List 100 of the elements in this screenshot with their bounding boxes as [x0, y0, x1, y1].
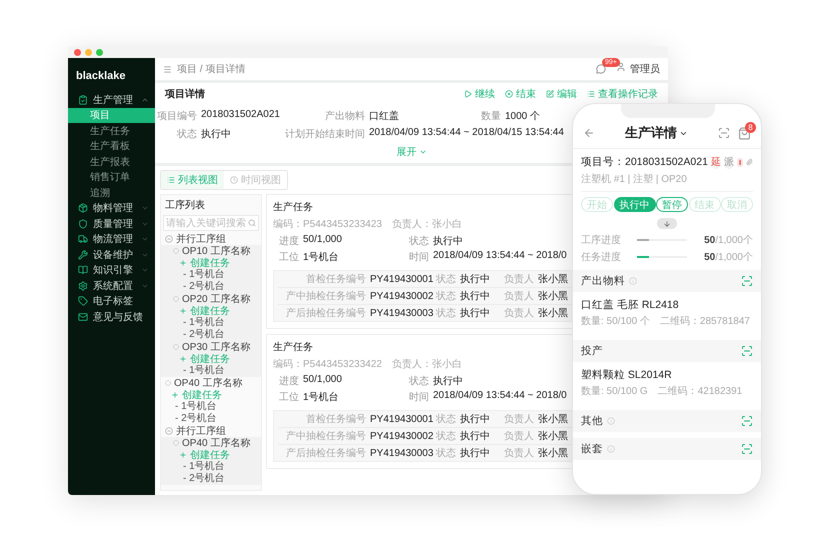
- sidebar-item[interactable]: 知识引擎: [68, 262, 155, 278]
- expand-button[interactable]: [657, 218, 677, 229]
- field-label: 负责人: [504, 412, 534, 426]
- play-icon: [464, 90, 472, 98]
- field-value: PY419430003: [370, 308, 432, 318]
- box-icon: [78, 203, 88, 214]
- field-label: 进度: [279, 374, 300, 388]
- sidebar-item[interactable]: 物料管理: [68, 200, 155, 216]
- field-value: 执行中: [201, 128, 231, 141]
- field-label: 状态: [436, 446, 456, 460]
- field-value: 执行中: [460, 430, 490, 443]
- scan-icon[interactable]: [741, 415, 753, 427]
- sidebar-subitem[interactable]: 追溯: [68, 185, 155, 200]
- plus-icon: [171, 391, 179, 399]
- sidebar-item[interactable]: 意见与反馈: [68, 309, 155, 324]
- collapse-icon: [165, 235, 173, 243]
- field-value: PY419430002: [370, 430, 432, 442]
- field-label: 进度: [279, 234, 300, 248]
- sidebar-subitem[interactable]: 销售订单: [68, 170, 155, 185]
- back-icon[interactable]: [583, 127, 595, 139]
- sidebar-subitem[interactable]: 生产报表: [68, 154, 155, 170]
- close-circle-icon: [505, 90, 513, 98]
- field-label: 状态: [409, 374, 430, 388]
- tag-icon: [78, 296, 88, 306]
- sidebar-item[interactable]: 电子标签: [68, 294, 155, 309]
- field-value: 执行中: [460, 290, 490, 303]
- sidebar-item[interactable]: 设备维护: [68, 247, 155, 262]
- menu-icon[interactable]: [163, 64, 172, 74]
- field-value: 执行中: [460, 272, 490, 286]
- maximize-control[interactable]: [96, 48, 103, 56]
- field-value: 张小黑: [538, 430, 568, 443]
- process-label[interactable]: OP10 工序名称: [169, 245, 261, 257]
- section-title: 其他: [581, 414, 603, 428]
- sidebar-subitem[interactable]: 生产看板: [68, 138, 155, 154]
- user-name[interactable]: 管理员: [630, 62, 660, 76]
- material-code: 二维码：285781847: [660, 314, 750, 328]
- sidebar-item[interactable]: 物流管理: [68, 232, 155, 247]
- field-label: 状态: [436, 306, 456, 320]
- machine-item: - 2号机台: [182, 473, 226, 485]
- circle-icon: [173, 296, 179, 302]
- subtitle: 注塑机 #1 | 注塑 | OP20: [581, 172, 687, 186]
- close-control[interactable]: [74, 48, 81, 56]
- scan-icon[interactable]: [741, 275, 753, 287]
- field-label: 产后抽检任务编号: [285, 306, 366, 320]
- field-value: 执行中: [433, 234, 463, 248]
- paperclip-icon[interactable]: [746, 157, 753, 167]
- process-label[interactable]: OP30 工序名称: [169, 341, 261, 353]
- field-value: 张小黑: [538, 272, 568, 286]
- process-label[interactable]: OP20 工序名称: [169, 293, 261, 305]
- field-label: 首检任务编号: [305, 272, 366, 286]
- field-label: 工位: [279, 391, 300, 404]
- circle-icon: [165, 380, 171, 386]
- field-value: 2018/04/09 13:54:44 ~ 2018/04/15 13:54:44: [369, 127, 564, 140]
- screen-title[interactable]: 生产详情: [603, 124, 710, 142]
- task-code: 编码：P5443453233423: [273, 218, 382, 231]
- process-label[interactable]: OP40 工序名称: [169, 437, 261, 449]
- field-value: PY419430001: [370, 414, 432, 424]
- plus-icon: [179, 451, 187, 459]
- list-icon: [587, 90, 595, 98]
- progress-label: 任务进度: [581, 250, 622, 264]
- sidebar-item[interactable]: 系统配置: [68, 278, 155, 294]
- message-icon[interactable]: [596, 64, 606, 74]
- card-title: 生产任务: [273, 200, 313, 214]
- field-label: 状态: [409, 234, 430, 248]
- clipboard-icon: [78, 94, 88, 105]
- info-icon[interactable]: [607, 417, 615, 425]
- clock-icon: [230, 176, 238, 184]
- field-label: 产出物料: [325, 110, 366, 123]
- group-label[interactable]: 并行工序组: [161, 233, 261, 245]
- wrench-icon: [78, 250, 88, 260]
- field-value: 执行中: [460, 446, 490, 460]
- field-value: 执行中: [460, 412, 490, 426]
- field-value: 口红盖: [369, 110, 399, 123]
- group-label[interactable]: 并行工序组: [161, 425, 261, 437]
- field-value: 执行中: [460, 306, 490, 320]
- sidebar-subitem[interactable]: 生产任务: [68, 123, 155, 138]
- search-icon: [248, 219, 256, 227]
- field-value: 2018031502A021: [201, 109, 280, 122]
- section-title: 产出物料: [581, 274, 625, 288]
- process-label[interactable]: OP40 工序名称: [161, 377, 261, 389]
- machine-item: - 2号机台: [182, 329, 226, 341]
- scan-icon[interactable]: [741, 345, 753, 357]
- sidebar-item[interactable]: 生产管理: [68, 92, 155, 108]
- sidebar-item[interactable]: 质量管理: [68, 216, 155, 232]
- field-label: 项目编号: [157, 110, 198, 123]
- minimize-control[interactable]: [85, 48, 92, 56]
- field-label: 状态: [436, 290, 456, 303]
- status-tag: 延: [710, 156, 721, 168]
- field-value: 50/1,000: [303, 234, 342, 247]
- field-value: 张小黑: [538, 412, 568, 426]
- mail-icon: [78, 312, 88, 322]
- scan-icon[interactable]: [741, 443, 753, 455]
- shield-icon: [78, 218, 88, 229]
- scan-icon[interactable]: [718, 127, 730, 139]
- field-value: 张小黑: [538, 306, 568, 320]
- count-badge: 8: [745, 122, 756, 132]
- field-label: 产中抽检任务编号: [285, 290, 366, 303]
- settings-icon: [78, 280, 88, 291]
- info-icon[interactable]: [607, 445, 615, 453]
- info-icon[interactable]: [629, 277, 637, 285]
